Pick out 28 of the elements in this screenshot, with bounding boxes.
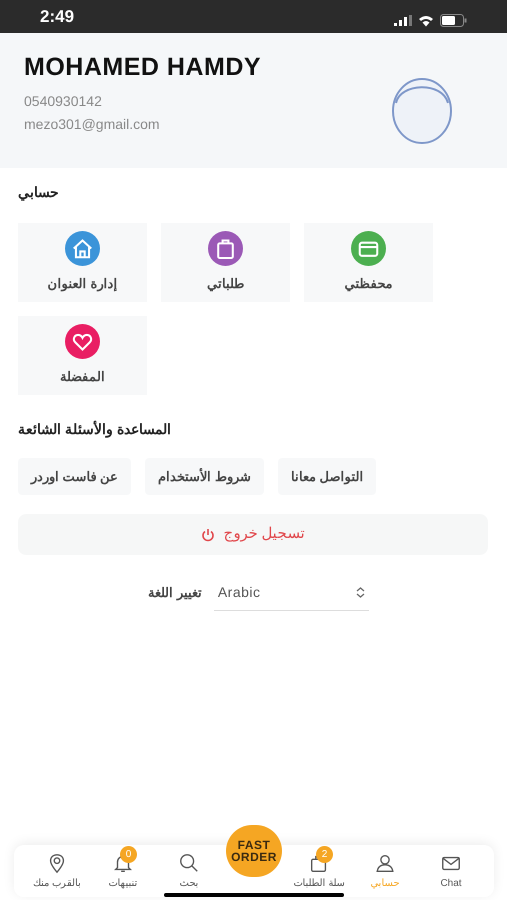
- tab[interactable]: Chat: [420, 852, 482, 890]
- language-label: تغيير اللغة: [148, 584, 202, 602]
- count-badge: 2: [316, 846, 333, 862]
- profile-email: mezo301@gmail.com: [24, 115, 161, 134]
- tab[interactable]: بحث: [158, 852, 220, 890]
- wifi-icon: [418, 14, 434, 26]
- power-icon: [201, 528, 216, 542]
- menu-tile[interactable]: محفظتي: [304, 223, 433, 302]
- section-title: المساعدة والأسئلة الشائعة: [18, 420, 171, 440]
- logout-button[interactable]: تسجيل خروج: [18, 514, 488, 555]
- battery-icon: [440, 14, 467, 27]
- count-badge: 0: [120, 846, 137, 862]
- search-icon: [178, 852, 200, 874]
- fast-order-button[interactable]: FAST ORDER: [226, 825, 282, 877]
- updown-icon: [356, 587, 365, 598]
- menu-tile[interactable]: إدارة العنوان: [18, 223, 147, 302]
- menu-tile[interactable]: المفضلة: [18, 316, 147, 395]
- profile-name: MOHAMED HAMDY: [24, 53, 262, 81]
- section-title: حسابي: [18, 183, 59, 203]
- signal-icon: [394, 15, 412, 26]
- menu-tile[interactable]: طلباتي: [161, 223, 290, 302]
- help-button[interactable]: التواصل معانا: [278, 458, 376, 495]
- help-button[interactable]: شروط الأستخدام: [145, 458, 264, 495]
- status-time: 2:49: [40, 6, 74, 28]
- help-button[interactable]: عن فاست اوردر: [18, 458, 132, 495]
- profile-phone: 0540930142: [24, 92, 103, 111]
- language-select[interactable]: Arabic: [214, 575, 369, 611]
- tab[interactable]: بالقرب منك: [26, 852, 88, 890]
